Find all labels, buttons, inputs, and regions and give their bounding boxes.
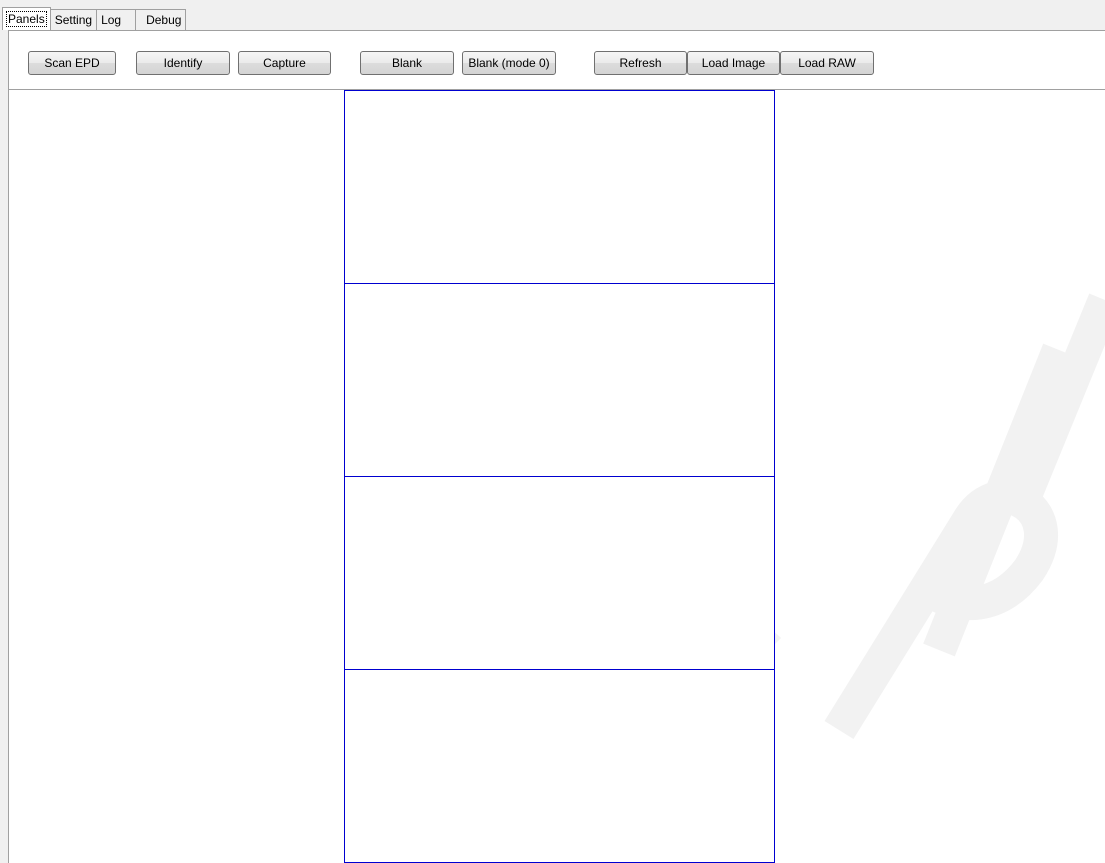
epd-panel-2[interactable]: [344, 283, 775, 477]
tab-setting[interactable]: Setting: [49, 9, 98, 30]
load-image-button[interactable]: Load Image: [687, 51, 780, 75]
tab-debug-label: Debug: [146, 13, 182, 27]
tab-panels[interactable]: Panels: [2, 7, 51, 30]
toolbar: Scan EPD Identify Capture Blank Blank (m…: [9, 31, 1105, 89]
panels-tab-page: Scan EPD Identify Capture Blank Blank (m…: [8, 30, 1105, 863]
scan-epd-button[interactable]: Scan EPD: [28, 51, 116, 75]
tab-strip: Panels Setting Log Debug: [2, 7, 187, 30]
watermark-stroke: [1003, 293, 1105, 517]
tab-log-label: Log: [101, 13, 122, 27]
tab-setting-label: Setting: [54, 13, 93, 27]
blank-button[interactable]: Blank: [360, 51, 454, 75]
tab-panels-label: Panels: [6, 11, 47, 27]
refresh-button[interactable]: Refresh: [594, 51, 687, 75]
watermark-stroke: [824, 480, 1058, 739]
app-window: Panels Setting Log Debug Scan EPD Identi…: [0, 0, 1105, 863]
load-raw-button[interactable]: Load RAW: [780, 51, 874, 75]
watermark-stroke: [923, 343, 1075, 657]
identify-button[interactable]: Identify: [136, 51, 230, 75]
epd-panel-1[interactable]: [344, 90, 775, 284]
tab-debug[interactable]: Debug: [135, 9, 187, 30]
panel-canvas[interactable]: [9, 90, 1105, 863]
blank-mode-0-button[interactable]: Blank (mode 0): [462, 51, 556, 75]
epd-panel-4[interactable]: [344, 669, 775, 863]
epd-panel-3[interactable]: [344, 476, 775, 670]
capture-button[interactable]: Capture: [238, 51, 331, 75]
tab-log[interactable]: Log: [96, 9, 137, 30]
